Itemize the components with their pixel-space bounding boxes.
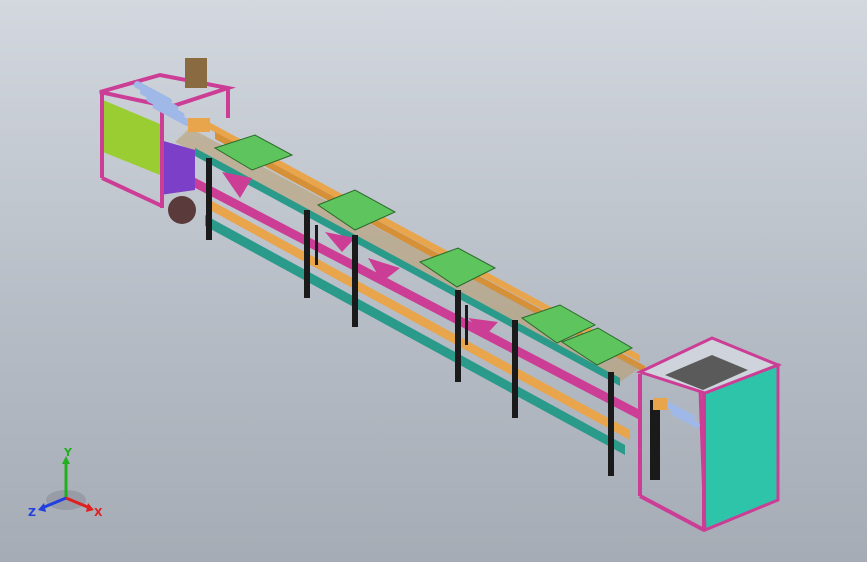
cad-viewport[interactable]: Y X Z <box>0 0 867 562</box>
drive-motor <box>168 196 196 224</box>
right-rollers <box>665 402 701 428</box>
leg-4 <box>455 290 461 382</box>
magenta-beam <box>180 170 640 420</box>
leg-6 <box>608 372 614 476</box>
left-base-rail <box>101 176 163 208</box>
right-station <box>635 336 783 533</box>
z-axis-label: Z <box>28 506 36 519</box>
coordinate-triad: Y X Z <box>28 446 103 519</box>
left-motor-box <box>185 58 207 88</box>
right-base-rail <box>639 494 705 532</box>
left-green-panel <box>103 100 160 175</box>
conveyor-assembly-model[interactable] <box>0 0 867 562</box>
leg-2 <box>304 210 310 298</box>
leg-3 <box>352 235 358 327</box>
z-axis-arrow <box>38 503 46 512</box>
leg-brace-4 <box>465 305 468 345</box>
long-conveyor-body <box>175 120 645 455</box>
right-orange-block <box>653 398 667 410</box>
leg-5 <box>512 320 518 418</box>
y-axis-label: Y <box>63 446 73 459</box>
leg-1 <box>206 158 212 240</box>
mid-teal-rail <box>195 148 620 386</box>
left-orange-block <box>188 118 210 132</box>
x-axis-arrow <box>86 503 94 512</box>
right-inner-column <box>650 400 660 480</box>
leg-brace-2 <box>315 225 318 265</box>
x-axis-label: X <box>94 506 103 519</box>
